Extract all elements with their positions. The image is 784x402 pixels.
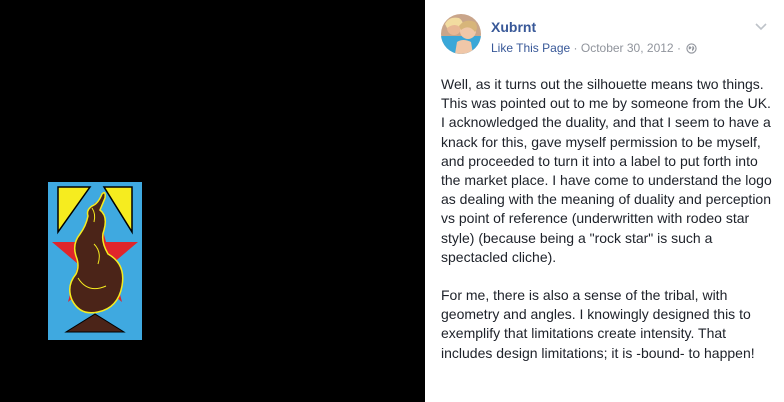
page-avatar[interactable] xyxy=(441,14,481,54)
photo-viewer xyxy=(0,0,425,402)
artwork-image[interactable] xyxy=(48,182,142,340)
like-page-link[interactable]: Like This Page xyxy=(491,41,570,55)
meta-separator-2: · xyxy=(676,41,681,55)
post-date[interactable]: October 30, 2012 xyxy=(581,41,674,55)
post-paragraph: Well, as it turns out the silhouette mea… xyxy=(441,76,772,265)
post-meta: Like This Page · October 30, 2012 · xyxy=(491,41,697,55)
post-body: Well, as it turns out the silhouette mea… xyxy=(441,75,776,382)
chevron-down-icon[interactable] xyxy=(753,18,769,34)
post-paragraph: For me, there is also a sense of the tri… xyxy=(441,287,755,361)
globe-icon[interactable] xyxy=(686,43,697,54)
meta-separator: · xyxy=(573,41,578,55)
post-panel: Xubrnt Like This Page · October 30, 2012… xyxy=(425,0,784,402)
page-name-link[interactable]: Xubrnt xyxy=(491,19,536,35)
